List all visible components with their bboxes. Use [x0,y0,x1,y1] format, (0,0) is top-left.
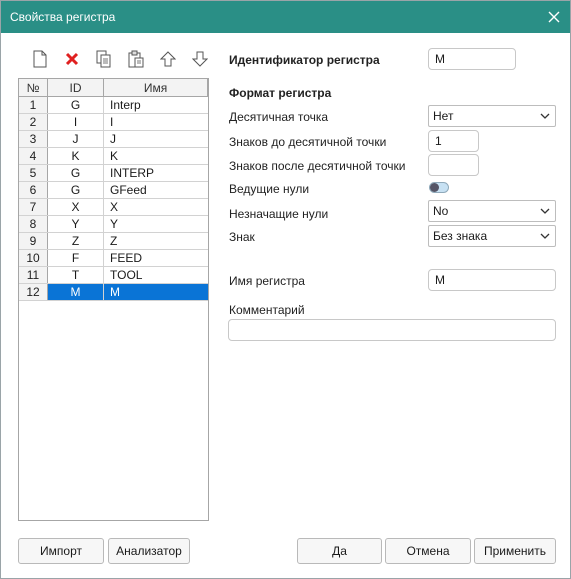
row-number: 5 [19,165,48,181]
paste-icon[interactable] [120,49,152,69]
copy-icon[interactable] [88,49,120,69]
table-row[interactable]: 4KK [19,148,208,165]
window-title: Свойства регистра [10,10,116,24]
table-row[interactable]: 10 F FEED [19,250,208,267]
comment-field[interactable] [228,319,556,341]
decimal-point-label: Десятичная точка [229,110,329,124]
sign-select[interactable]: Без знака [428,225,556,247]
row-number: 1 [19,97,48,113]
row-id: Y [48,216,104,232]
close-icon[interactable] [546,9,562,25]
row-id: T [48,267,104,283]
row-id: F [48,250,104,266]
row-id: G [48,165,104,181]
row-id: M [48,284,104,300]
apply-button[interactable]: Применить [474,538,556,564]
comment-label: Комментарий [229,303,305,317]
arrow-up-icon[interactable] [152,49,184,69]
table-row[interactable]: 9ZZ [19,233,208,250]
row-name: GFeed [110,183,147,197]
table-row[interactable]: 8YY [19,216,208,233]
row-number: 2 [19,114,48,130]
digits-before-label: Знаков до десятичной точки [229,135,387,149]
row-name: J [110,132,116,146]
chevron-down-icon [540,113,550,119]
table-row[interactable]: 2II [19,114,208,131]
trailing-zeros-label: Незначащие нули [229,207,329,221]
leading-zeros-toggle[interactable] [429,182,449,193]
ok-button[interactable]: Да [297,538,382,564]
delete-icon[interactable] [56,49,88,69]
row-name: FEED [110,251,143,265]
register-table: № ID Имя 1 G Interp 2 I I 3 J J 4 K K 5 G INTERP 6 G GFee… [18,78,209,521]
chevron-down-icon [540,208,550,214]
sign-label: Знак [229,230,255,244]
row-number: 6 [19,182,48,198]
format-section-title: Формат регистра [229,86,332,100]
cancel-button[interactable]: Отмена [385,538,471,564]
analyzer-button[interactable]: Анализатор [108,538,190,564]
row-number: 4 [19,148,48,164]
new-file-icon[interactable] [24,49,56,69]
register-name-field[interactable]: M [428,269,556,291]
row-name: K [110,149,119,163]
row-number: 11 [19,267,48,283]
register-name-label: Имя регистра [229,274,305,288]
chevron-down-icon [540,233,550,239]
titlebar: Свойства регистра [1,1,570,33]
row-number: 12 [19,284,48,300]
row-number: 3 [19,131,48,147]
row-name: M [104,284,208,300]
sign-value: Без знака [433,229,488,243]
row-name: Interp [110,98,141,112]
register-id-field[interactable]: M [428,48,516,70]
row-name: Y [110,217,119,231]
decimal-point-select[interactable]: Нет [428,105,556,127]
trailing-zeros-value: No [433,204,449,218]
row-name: INTERP [110,166,155,180]
digits-after-field[interactable] [428,154,479,176]
row-id: Z [48,233,104,249]
table-row[interactable]: 1 G Interp [19,97,208,114]
row-id: I [48,114,104,130]
row-number: 7 [19,199,48,215]
digits-before-field[interactable]: 1 [428,130,479,152]
table-row[interactable]: 3JJ [19,131,208,148]
row-id: J [48,131,104,147]
row-number: 8 [19,216,48,232]
trailing-zeros-select[interactable]: No [428,200,556,222]
digits-after-label: Знаков после десятичной точки [229,159,406,173]
import-button[interactable]: Импорт [18,538,104,564]
table-row[interactable]: 12 M M [19,284,208,301]
row-name: X [110,200,119,214]
table-header: № ID Имя [19,79,208,97]
header-id[interactable]: ID [48,79,104,96]
register-properties-dialog: Свойства регистра № ID Имя 1 G Interp 2 … [0,0,571,579]
toolbar [24,49,216,69]
row-name: Z [110,234,118,248]
row-number: 9 [19,233,48,249]
row-id: K [48,148,104,164]
row-number: 10 [19,250,48,266]
table-body: 1 G Interp 2 I I 3 J J 4 K K 5 G INTERP 6 G GFeed 7 X X 8 Y Y 9 Z… [19,97,208,301]
row-id: G [48,97,104,113]
row-id: G [48,182,104,198]
leading-zeros-label: Ведущие нули [229,182,310,196]
table-row[interactable]: 11 T TOOL [19,267,208,284]
row-id: X [48,199,104,215]
header-name[interactable]: Имя [104,79,208,96]
decimal-point-value: Нет [433,109,454,123]
table-row[interactable]: 5 G INTERP [19,165,208,182]
row-name: TOOL [110,268,143,282]
arrow-down-icon[interactable] [184,49,216,69]
header-no[interactable]: № [19,79,48,96]
table-row[interactable]: 7XX [19,199,208,216]
table-row[interactable]: 6 G GFeed [19,182,208,199]
row-name: I [110,115,114,129]
register-id-label: Идентификатор регистра [229,53,380,67]
toggle-knob [430,183,439,192]
